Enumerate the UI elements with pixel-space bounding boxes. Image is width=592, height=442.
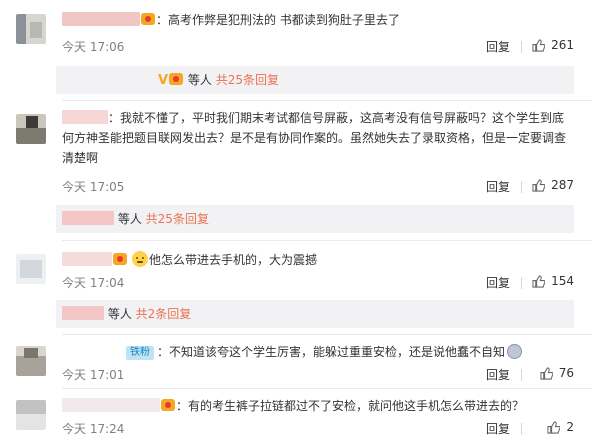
reply-user-blur <box>62 211 114 225</box>
thumbs-up-icon <box>540 366 553 380</box>
username[interactable] <box>62 12 140 26</box>
comment-text: ：高考作弊是犯刑法的 书都读到狗肚子里去了 <box>156 13 400 27</box>
username[interactable] <box>62 398 160 412</box>
divider <box>521 181 522 193</box>
reply-thread[interactable]: V 等人 共25条回复 <box>56 66 574 94</box>
reply-button[interactable]: 回复 <box>486 420 510 437</box>
vip-heart-badge-icon <box>113 253 127 265</box>
reply-button[interactable]: 回复 <box>486 38 510 55</box>
username[interactable] <box>62 252 112 266</box>
comment-body: ：有的考生裤子拉链都过不了安检，就问他这手机怎么带进去的？ <box>62 396 574 416</box>
like-count: 154 <box>551 274 574 288</box>
username[interactable] <box>62 344 126 358</box>
like-count: 76 <box>558 366 574 380</box>
reply-count-link[interactable]: 共25条回复 <box>146 212 209 226</box>
reply-count-link[interactable]: 共25条回复 <box>216 73 279 87</box>
comment-item: ：有的考生裤子拉链都过不了安检，就问他这手机怎么带进去的？ 今天 17:24 回… <box>0 388 592 442</box>
sad-face-emoji-icon <box>507 344 523 359</box>
comment-item: 他怎么带进去手机的，大为震撼 今天 17:04 回复 154 <box>0 240 592 296</box>
comment-item: ：我就不懂了，平时我们期末考试都信号屏蔽，这高考没有信号屏蔽吗？这个学生到底何方… <box>0 100 592 200</box>
divider <box>521 423 522 435</box>
reply-button[interactable]: 回复 <box>486 366 510 383</box>
comment-text: ：有的考生裤子拉链都过不了安检，就问他这手机怎么带进去的？ <box>176 399 525 413</box>
vip-heart-badge-icon <box>161 399 175 411</box>
thumbs-up-icon <box>532 274 546 288</box>
divider <box>521 41 522 53</box>
thumbs-up-icon <box>532 178 546 192</box>
comment-body: ：高考作弊是犯刑法的 书都读到狗肚子里去了 <box>62 10 574 30</box>
comment-time: 今天 17:05 <box>62 180 125 194</box>
vip-heart-badge-icon <box>141 13 155 25</box>
reply-user-blur <box>62 306 104 320</box>
reply-thread-label: 等人 <box>117 212 142 226</box>
thumbs-up-icon <box>547 420 561 434</box>
comment-time: 今天 17:24 <box>62 422 125 436</box>
like-button[interactable]: 261 <box>532 38 574 52</box>
comment-time: 今天 17:01 <box>62 368 125 382</box>
avatar[interactable] <box>16 400 46 430</box>
verified-v-icon: V <box>158 73 169 88</box>
vip-heart-badge-icon <box>169 73 184 85</box>
thumbs-up-icon <box>532 38 546 52</box>
divider <box>521 277 522 289</box>
divider <box>521 369 522 381</box>
like-count: 261 <box>551 38 574 52</box>
reply-button[interactable]: 回复 <box>486 178 510 195</box>
comment-body: 他怎么带进去手机的，大为震撼 <box>62 250 574 270</box>
comment-text: ：我就不懂了，平时我们期末考试都信号屏蔽，这高考没有信号屏蔽吗？这个学生到底何方… <box>62 111 567 165</box>
fan-badge: 铁粉 <box>126 346 154 360</box>
username[interactable] <box>62 110 108 124</box>
like-button[interactable]: 287 <box>532 178 574 192</box>
reply-count-link[interactable]: 共2条回复 <box>136 307 192 321</box>
like-count: 2 <box>566 420 574 434</box>
comment-time: 今天 17:04 <box>62 276 125 290</box>
comment-body: ：我就不懂了，平时我们期末考试都信号屏蔽，这高考没有信号屏蔽吗？这个学生到底何方… <box>62 108 574 168</box>
like-button[interactable]: 2 <box>547 420 574 434</box>
avatar[interactable] <box>16 114 46 144</box>
reply-button[interactable]: 回复 <box>486 274 510 291</box>
comment-item: 铁粉 ：不知道该夸这个学生厉害，能躲过重重安检，还是说他蠢不自知 今天 17:01… <box>0 334 592 386</box>
reply-thread-label: 等人 <box>107 307 132 321</box>
like-button[interactable]: 154 <box>532 274 574 288</box>
comment-time: 今天 17:06 <box>62 40 125 54</box>
comment-text: ：不知道该夸这个学生厉害，能躲过重重安检，还是说他蠢不自知 <box>157 345 506 359</box>
comment-text: 他怎么带进去手机的，大为震撼 <box>149 253 318 267</box>
avatar[interactable] <box>16 346 46 376</box>
comment-body: 铁粉 ：不知道该夸这个学生厉害，能躲过重重安检，还是说他蠢不自知 <box>62 342 574 362</box>
reply-thread-label: 等人 <box>187 73 212 87</box>
reply-thread[interactable]: 等人 共2条回复 <box>56 300 574 328</box>
reply-thread[interactable]: 等人 共25条回复 <box>56 205 574 233</box>
comment-item: ：高考作弊是犯刑法的 书都读到狗肚子里去了 今天 17:06 回复 261 <box>0 0 592 62</box>
like-count: 287 <box>551 178 574 192</box>
avatar[interactable] <box>16 14 46 44</box>
awkward-face-emoji-icon <box>132 251 148 267</box>
avatar[interactable] <box>16 254 46 284</box>
like-button[interactable]: 76 <box>540 366 574 380</box>
